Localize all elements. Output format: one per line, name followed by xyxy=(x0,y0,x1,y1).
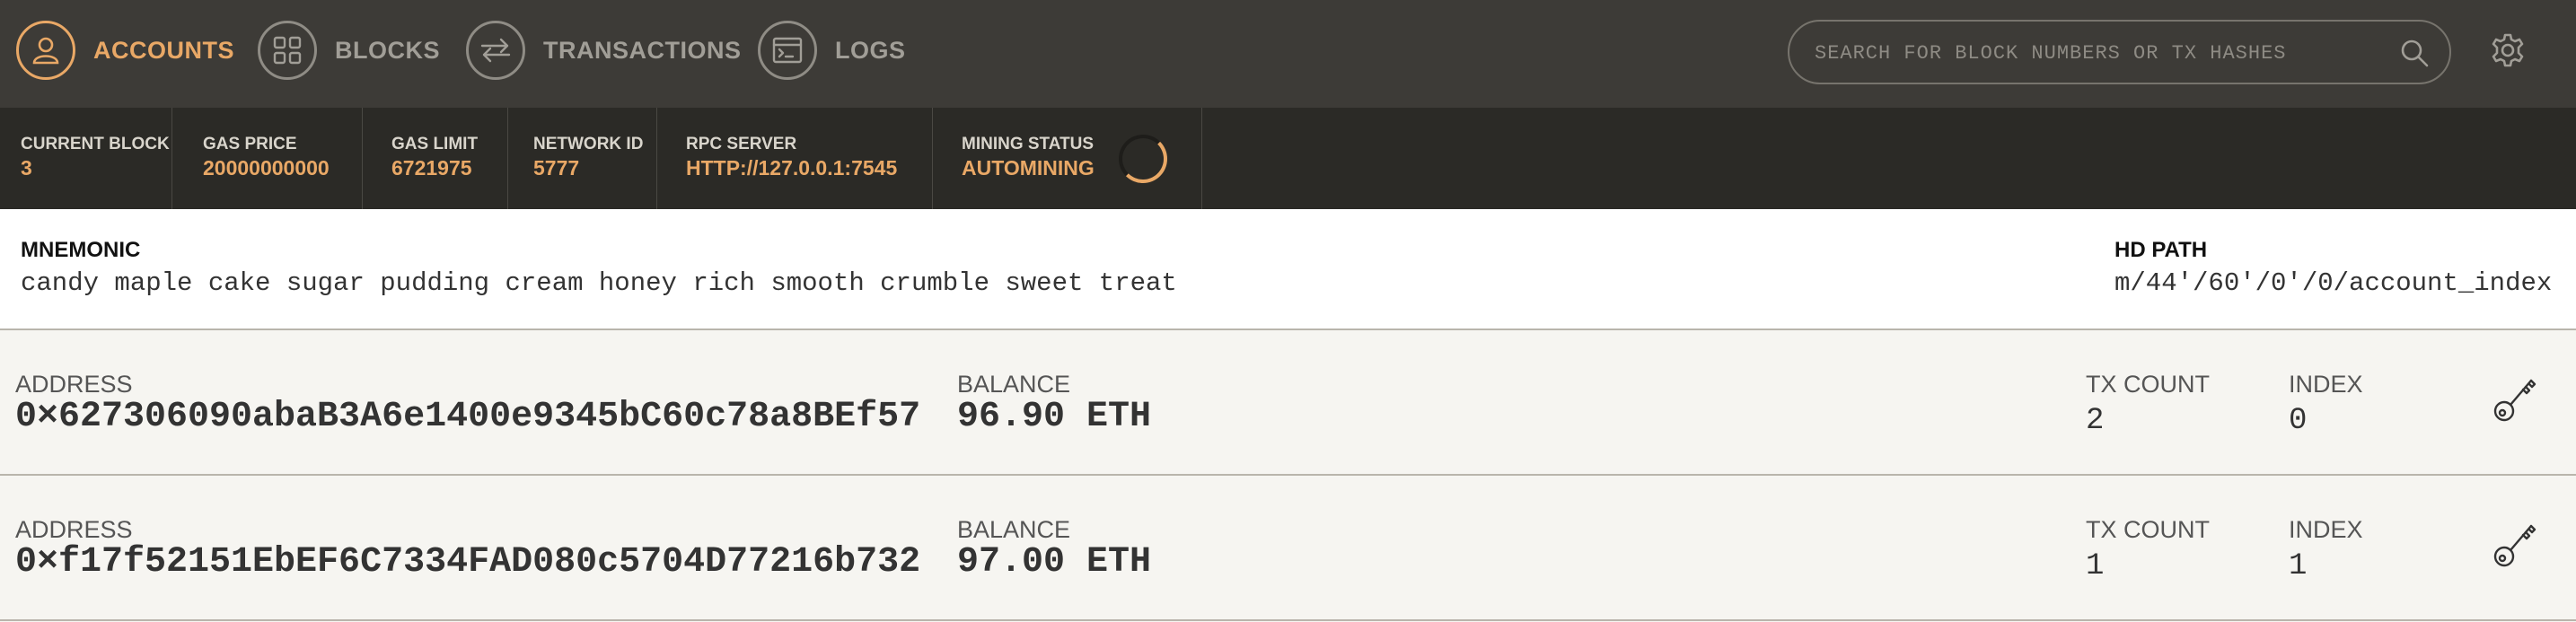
nav-transactions-label: TRANSACTIONS xyxy=(543,36,742,64)
index-label: INDEX xyxy=(2289,371,2363,398)
grid-icon xyxy=(258,21,317,80)
nav-blocks[interactable]: BLOCKS xyxy=(258,16,440,84)
tx-count-value: 2 xyxy=(2086,404,2105,438)
balance-value: 97.00 ETH xyxy=(957,542,1152,583)
mining-status-value: AUTOMINING xyxy=(962,156,1095,180)
search-icon[interactable] xyxy=(2399,38,2430,73)
nav-accounts[interactable]: ACCOUNTS xyxy=(16,16,234,84)
index-value: 1 xyxy=(2289,549,2308,583)
rpc-server-label: RPC SERVER xyxy=(686,135,797,153)
mnemonic-panel: MNEMONIC candy maple cake sugar pudding … xyxy=(0,209,2576,330)
index-value: 0 xyxy=(2289,404,2308,438)
gas-limit-value: 6721975 xyxy=(391,156,472,180)
mnemonic-label: MNEMONIC xyxy=(21,238,141,262)
search-input[interactable] xyxy=(1813,22,2373,84)
search-box xyxy=(1788,20,2451,84)
balance-label: BALANCE xyxy=(957,516,1071,543)
stat-current-block: CURRENT BLOCK 3 xyxy=(0,108,172,209)
rpc-server-value: HTTP://127.0.0.1:7545 xyxy=(686,156,898,180)
address-value: 0×f17f52151EbEF6C7334FAD080c5704D77216b7… xyxy=(15,542,921,583)
hd-path-value: m/44'/60'/0'/0/account_index xyxy=(2114,268,2553,298)
current-block-value: 3 xyxy=(21,156,32,180)
key-icon[interactable] xyxy=(2492,373,2538,428)
hd-path-label: HD PATH xyxy=(2114,238,2208,262)
tx-count-label: TX COUNT xyxy=(2086,371,2210,398)
address-value: 0×627306090abaB3A6e1400e9345bC60c78a8BEf… xyxy=(15,397,921,437)
address-label: ADDRESS xyxy=(15,516,133,543)
stat-network-id: NETWORK ID 5777 xyxy=(508,108,657,209)
mining-status-label: MINING STATUS xyxy=(962,135,1095,153)
nav-blocks-label: BLOCKS xyxy=(335,36,440,64)
stat-rpc-server: RPC SERVER HTTP://127.0.0.1:7545 xyxy=(657,108,933,209)
nav-logs-label: LOGS xyxy=(835,36,906,64)
network-id-value: 5777 xyxy=(533,156,580,180)
nav-logs[interactable]: LOGS xyxy=(758,16,906,84)
tx-count-value: 1 xyxy=(2086,549,2105,583)
terminal-icon xyxy=(758,21,817,80)
top-nav-bar: ACCOUNTS BLOCKS TRANSACTIONS LOGS SEARCH… xyxy=(0,0,2576,108)
address-label: ADDRESS xyxy=(15,371,133,398)
tx-count-label: TX COUNT xyxy=(2086,516,2210,543)
gas-limit-label: GAS LIMIT xyxy=(391,135,479,153)
status-bar: CURRENT BLOCK 3 GAS PRICE 20000000000 GA… xyxy=(0,108,2576,209)
stat-gas-limit: GAS LIMIT 6721975 xyxy=(363,108,508,209)
nav-accounts-label: ACCOUNTS xyxy=(93,36,234,64)
gas-price-value: 20000000000 xyxy=(203,156,330,180)
mnemonic-value: candy maple cake sugar pudding cream hon… xyxy=(21,268,1177,298)
index-label: INDEX xyxy=(2289,516,2363,543)
key-icon[interactable] xyxy=(2492,519,2538,574)
settings-gear-icon[interactable] xyxy=(2490,32,2526,73)
network-id-label: NETWORK ID xyxy=(533,135,644,153)
mining-spinner-icon xyxy=(1119,135,1167,183)
account-row: ADDRESS 0×f17f52151EbEF6C7334FAD080c5704… xyxy=(0,476,2576,621)
current-block-label: CURRENT BLOCK xyxy=(21,135,170,153)
person-icon xyxy=(16,21,75,80)
stat-gas-price: GAS PRICE 20000000000 xyxy=(172,108,363,209)
account-row: ADDRESS 0×627306090abaB3A6e1400e9345bC60… xyxy=(0,330,2576,476)
balance-label: BALANCE xyxy=(957,371,1071,398)
balance-value: 96.90 ETH xyxy=(957,397,1152,437)
nav-transactions[interactable]: TRANSACTIONS xyxy=(466,16,742,84)
arrows-swap-icon xyxy=(466,21,525,80)
gas-price-label: GAS PRICE xyxy=(203,135,297,153)
